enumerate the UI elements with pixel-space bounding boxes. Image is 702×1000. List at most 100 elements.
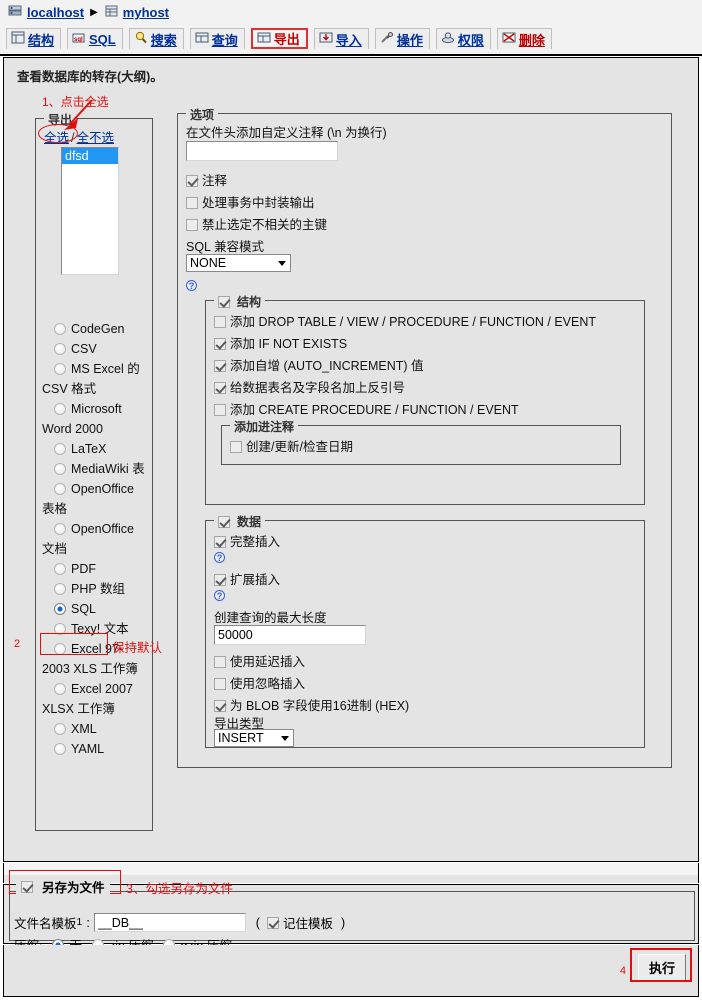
structure-enable-checkbox[interactable] — [218, 295, 230, 308]
structure-option-3[interactable]: 给数据表名及字段名加上反引号 — [214, 377, 596, 399]
structure-option-checkbox[interactable] — [214, 316, 226, 328]
format-option-15[interactable]: YAML — [42, 739, 148, 759]
full-insert-checkbox[interactable] — [214, 536, 226, 548]
format-radio[interactable] — [54, 723, 66, 735]
format-radio[interactable] — [54, 443, 66, 455]
annotation-step-2-text: 保持默认 — [112, 641, 163, 655]
delayed-insert-checkbox[interactable] — [214, 656, 226, 668]
execute-button[interactable]: 执行 — [637, 954, 686, 981]
format-radio[interactable] — [54, 563, 66, 575]
format-radio[interactable] — [54, 683, 66, 695]
remember-template-checkbox[interactable] — [266, 916, 279, 929]
save-as-file-legend[interactable]: 另存为文件 — [16, 877, 110, 896]
breadcrumb-server[interactable]: localhost — [27, 5, 84, 20]
extended-insert-row[interactable]: 扩展插入 — [214, 569, 280, 588]
option-transaction-row[interactable]: 处理事务中封装输出 — [186, 192, 315, 211]
format-radio[interactable] — [54, 483, 66, 495]
annotation-step-2-number: 2 — [14, 638, 21, 650]
format-radio[interactable] — [54, 523, 66, 535]
format-label: YAML — [71, 742, 105, 756]
structure-option-0[interactable]: 添加 DROP TABLE / VIEW / PROCEDURE / FUNCT… — [214, 311, 596, 333]
format-radio[interactable] — [54, 463, 66, 475]
structure-option-checkbox[interactable] — [214, 382, 226, 394]
format-option-0[interactable]: CodeGen — [42, 319, 148, 339]
database-list-item[interactable]: dfsd — [62, 148, 118, 164]
tab-structure[interactable]: 结构 — [6, 28, 62, 49]
structure-option-checkbox[interactable] — [214, 360, 226, 372]
database-icon — [104, 4, 119, 21]
tab-label: 结构 — [28, 32, 55, 48]
hex-blob-row[interactable]: 为 BLOB 字段使用16进制 (HEX) — [214, 695, 409, 714]
filename-template-input[interactable] — [93, 913, 246, 932]
option-disable-fk-row[interactable]: 禁止选定不相关的主键 — [186, 214, 327, 233]
full-insert-row[interactable]: 完整插入 — [214, 531, 280, 550]
format-option-7[interactable]: OpenOffice 文档 — [42, 519, 148, 559]
tab-search[interactable]: 搜索 — [128, 28, 184, 49]
help-icon[interactable]: ? — [186, 280, 197, 291]
option-transaction-checkbox[interactable] — [186, 197, 198, 209]
format-option-6[interactable]: OpenOffice 表格 — [42, 479, 148, 519]
format-radio[interactable] — [54, 603, 66, 615]
export-format-list: CodeGen CSV MS Excel 的 CSV 格式 Microsoft Wor… — [42, 319, 148, 759]
breadcrumb: localhost ▶ myhost — [8, 4, 169, 21]
comment-dates-checkbox[interactable] — [230, 441, 242, 453]
ignore-insert-checkbox[interactable] — [214, 678, 226, 690]
sql-compat-value: NONE — [190, 256, 227, 270]
hex-blob-checkbox[interactable] — [214, 700, 226, 712]
format-radio[interactable] — [54, 403, 66, 415]
format-option-11[interactable]: Texy! 文本 — [42, 619, 148, 639]
export-type-select[interactable]: INSERT — [214, 729, 294, 747]
structure-panel-legend[interactable]: 结构 — [214, 293, 266, 310]
format-option-10[interactable]: SQL — [42, 599, 148, 619]
page-title: 查看数据库的转存(大纲)。 — [12, 66, 168, 85]
format-option-8[interactable]: PDF — [42, 559, 148, 579]
format-option-1[interactable]: CSV — [42, 339, 148, 359]
format-option-5[interactable]: MediaWiki 表 — [42, 459, 148, 479]
format-option-3[interactable]: Microsoft Word 2000 — [42, 399, 148, 439]
format-option-2[interactable]: MS Excel 的 CSV 格式 — [42, 359, 148, 399]
svg-text:sql: sql — [74, 37, 83, 43]
tab-operations[interactable]: 操作 — [374, 28, 430, 49]
option-disable-fk-checkbox[interactable] — [186, 219, 198, 231]
ignore-insert-row[interactable]: 使用忽略插入 — [214, 673, 305, 692]
sql-compat-select[interactable]: NONE — [186, 254, 291, 272]
format-option-14[interactable]: XML — [42, 719, 148, 739]
max-query-input[interactable] — [214, 625, 366, 645]
format-radio[interactable] — [54, 343, 66, 355]
header-comment-input[interactable] — [186, 141, 338, 161]
structure-option-checkbox[interactable] — [214, 338, 226, 350]
data-panel-legend[interactable]: 数据 — [214, 513, 266, 530]
format-radio[interactable] — [54, 623, 66, 635]
format-radio[interactable] — [54, 583, 66, 595]
comment-dates-row[interactable]: 创建/更新/检查日期 — [230, 436, 353, 455]
tab-privileges[interactable]: 权限 — [435, 28, 491, 49]
format-radio[interactable] — [54, 743, 66, 755]
option-comments-checkbox[interactable] — [186, 175, 198, 187]
data-enable-checkbox[interactable] — [218, 515, 230, 528]
structure-option-2[interactable]: 添加自增 (AUTO_INCREMENT) 值 — [214, 355, 596, 377]
structure-option-checkbox[interactable] — [214, 404, 226, 416]
database-list[interactable]: dfsd — [61, 147, 119, 275]
export-icon — [257, 31, 271, 47]
tab-drop[interactable]: 删除 — [496, 28, 552, 49]
format-option-4[interactable]: LaTeX — [42, 439, 148, 459]
tab-export[interactable]: 导出 — [250, 28, 308, 49]
help-icon-extended-insert[interactable]: ? — [214, 590, 225, 601]
format-option-13[interactable]: Excel 2007 XLSX 工作簿 — [42, 679, 148, 719]
save-as-file-checkbox[interactable] — [21, 880, 33, 893]
format-radio[interactable] — [54, 363, 66, 375]
breadcrumb-database[interactable]: myhost — [123, 5, 169, 20]
help-icon-full-insert[interactable]: ? — [214, 552, 225, 563]
format-option-9[interactable]: PHP 数组 — [42, 579, 148, 599]
delayed-insert-row[interactable]: 使用延迟插入 — [214, 651, 305, 670]
format-radio[interactable] — [54, 323, 66, 335]
tab-import[interactable]: 导入 — [313, 28, 369, 49]
option-comments-row[interactable]: 注释 — [186, 170, 227, 189]
structure-option-1[interactable]: 添加 IF NOT EXISTS — [214, 333, 596, 355]
extended-insert-checkbox[interactable] — [214, 574, 226, 586]
tab-sql[interactable]: sql SQL — [67, 28, 123, 49]
structure-comment-legend: 添加进注释 — [230, 418, 299, 435]
query-icon — [195, 31, 209, 47]
format-radio[interactable] — [54, 643, 66, 655]
tab-query[interactable]: 查询 — [189, 28, 245, 49]
